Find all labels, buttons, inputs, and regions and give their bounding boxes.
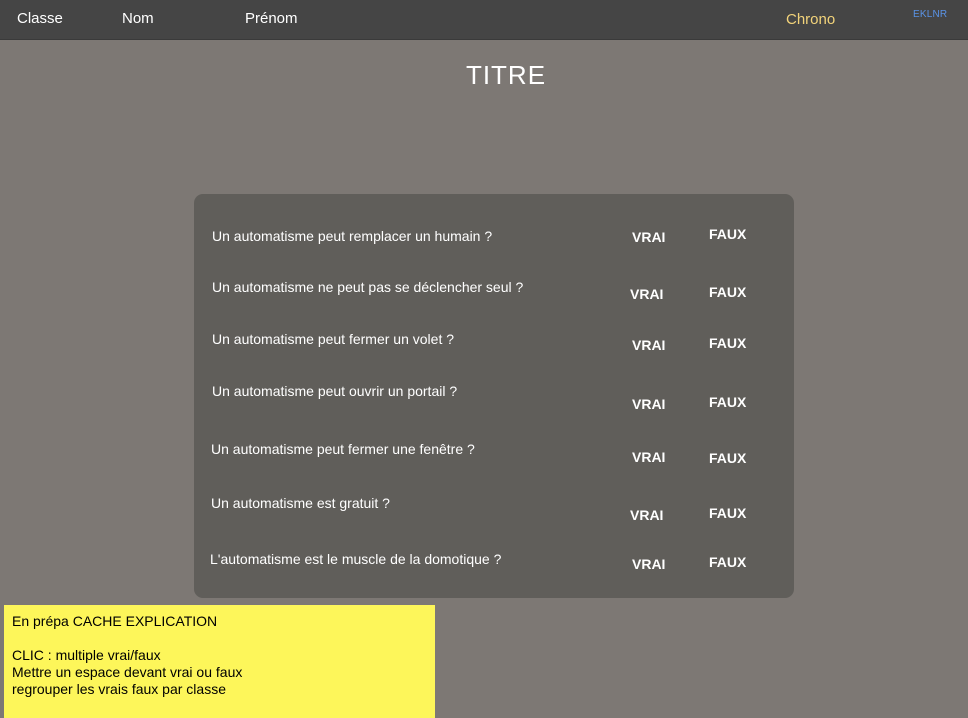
faux-button[interactable]: FAUX (709, 554, 746, 570)
explanation-note: En prépa CACHE EXPLICATION CLIC : multip… (4, 605, 435, 718)
vrai-button[interactable]: VRAI (632, 449, 665, 465)
prenom-field[interactable]: Prénom (245, 10, 298, 27)
note-line: CLIC : multiple vrai/faux (12, 647, 161, 663)
question-text: Un automatisme peut remplacer un humain … (212, 228, 493, 244)
vrai-button[interactable]: VRAI (630, 286, 663, 302)
faux-button[interactable]: FAUX (709, 284, 746, 300)
vrai-button[interactable]: VRAI (632, 337, 665, 353)
faux-button[interactable]: FAUX (709, 394, 746, 410)
question-text: L'automatisme est le muscle de la domoti… (210, 551, 502, 567)
question-text: Un automatisme peut fermer une fenêtre ? (211, 441, 475, 457)
quiz-panel: Un automatisme peut remplacer un humain … (194, 194, 794, 598)
page-title: TITRE (465, 60, 547, 90)
nom-field[interactable]: Nom (122, 10, 154, 27)
question-text: Un automatisme peut ouvrir un portail ? (212, 383, 458, 399)
faux-button[interactable]: FAUX (709, 450, 746, 466)
faux-button[interactable]: FAUX (709, 505, 746, 521)
question-text: Un automatisme peut fermer un volet ? (212, 331, 455, 347)
faux-button[interactable]: FAUX (709, 335, 746, 351)
note-line: En prépa CACHE EXPLICATION (12, 613, 218, 629)
code-label: EKLNR (913, 9, 948, 20)
vrai-button[interactable]: VRAI (632, 556, 665, 572)
vrai-button[interactable]: VRAI (632, 229, 665, 245)
question-text: Un automatisme est gratuit ? (211, 495, 390, 511)
classe-field[interactable]: Classe (17, 10, 63, 27)
faux-button[interactable]: FAUX (709, 226, 746, 242)
note-line: Mettre un espace devant vrai ou faux (12, 664, 243, 680)
note-line: regrouper les vrais faux par classe (12, 681, 226, 697)
vrai-button[interactable]: VRAI (632, 396, 665, 412)
question-text: Un automatisme ne peut pas se déclencher… (212, 279, 524, 295)
chrono-label: Chrono (786, 11, 836, 28)
vrai-button[interactable]: VRAI (630, 507, 663, 523)
top-bar: Classe Nom Prénom Chrono EKLNR (0, 0, 968, 40)
